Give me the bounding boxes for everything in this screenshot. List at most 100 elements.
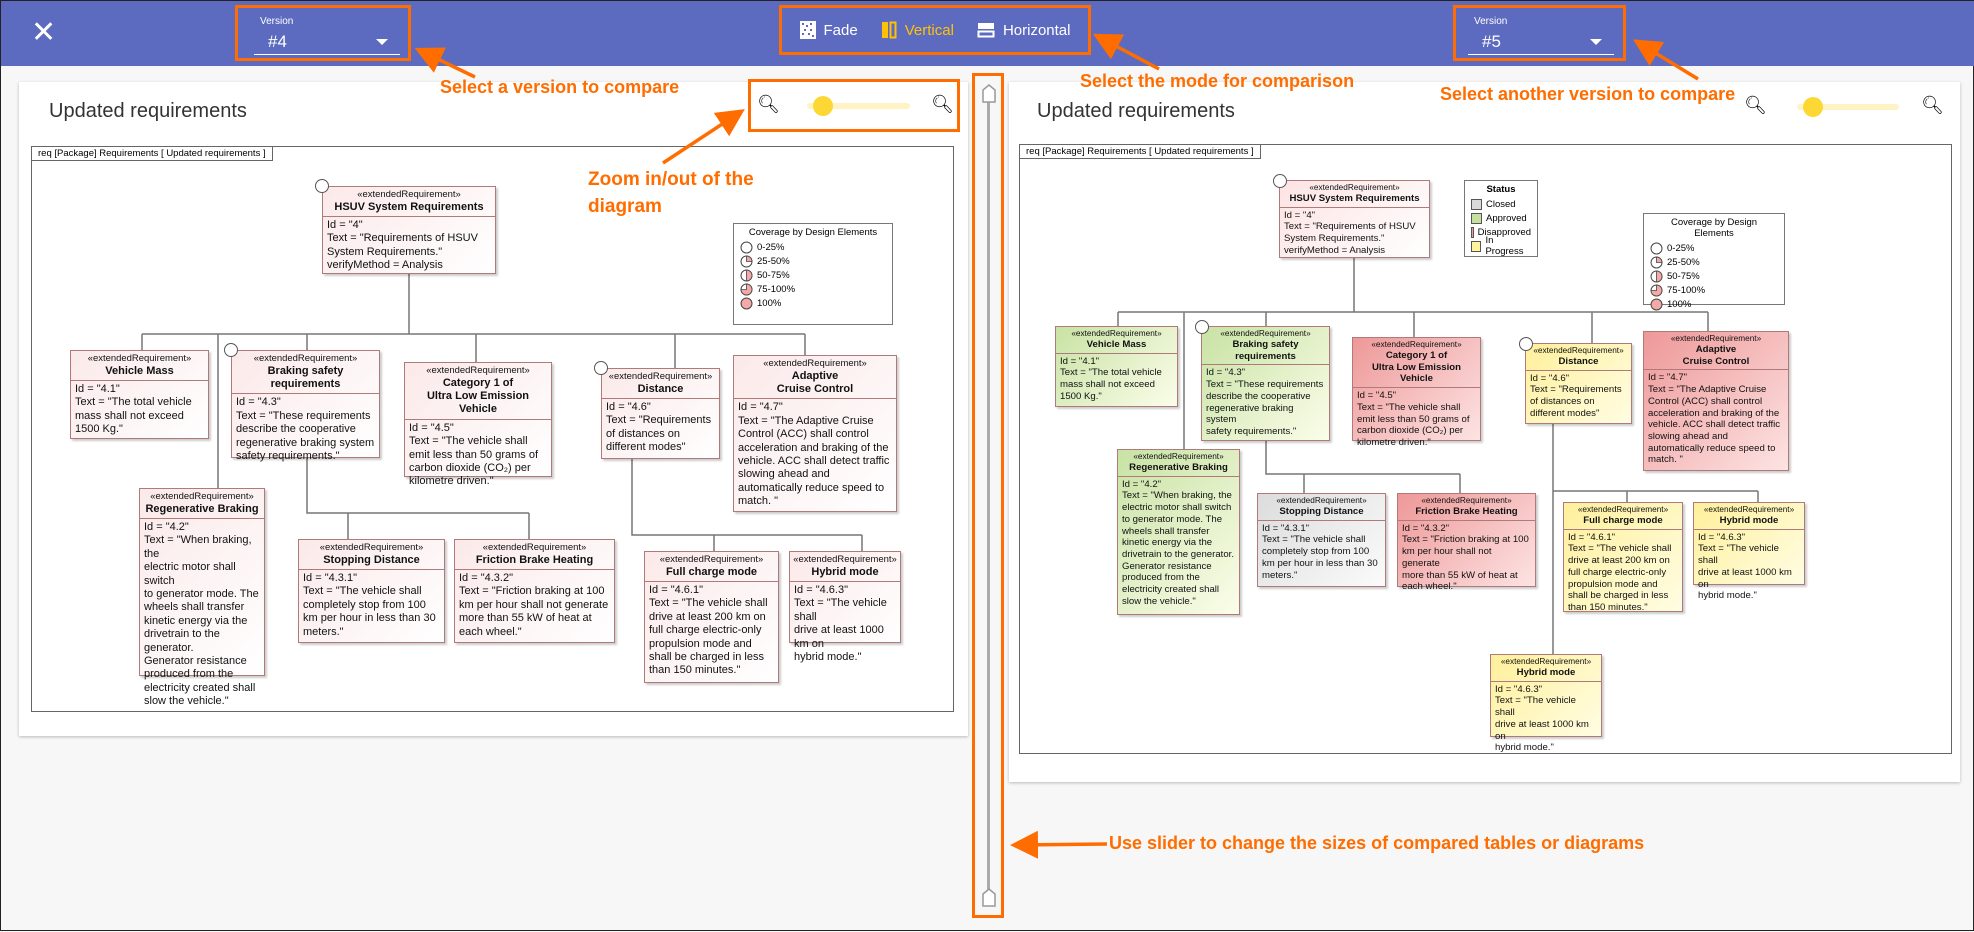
zoom-in-icon[interactable]: 🔍︎ [1921,95,1944,116]
coverage-indicator-icon [224,343,238,357]
coverage-legend-label: 75-100% [757,283,796,295]
coverage-50-75-icon [740,269,753,281]
requirement-box-hsuv[interactable]: «extendedRequirement» HSUV System Require… [322,186,496,274]
requirement-line: drive at least 1000 km on [794,624,884,650]
requirement-stereotype: «extendedRequirement» [150,491,254,502]
requirement-stereotype: «extendedRequirement» [319,542,424,553]
requirement-line: safety requirements." [236,449,340,462]
requirement-line: Text = "Friction braking at 100 [459,585,605,598]
requirement-box-full[interactable]: «extendedRequirement» Full charge mode Id … [644,551,779,683]
chevron-down-icon[interactable] [1590,39,1602,45]
requirement-line: carbon dioxide (CO₂) per [409,461,531,474]
requirement-line: km per hour in less than 30 [303,612,436,625]
split-slider-handle-bottom[interactable] [981,888,997,908]
requirement-name: HSUV System Requirements [334,200,484,213]
close-icon[interactable]: ✕ [31,15,56,51]
coverage-legend-item: 0-25% [740,240,886,254]
requirement-stereotype: «extendedRequirement» [1309,183,1400,192]
requirement-header: «extendedRequirement» Stopping Distance [1258,494,1385,521]
annotation-zoom-line2: diagram [588,196,662,217]
zoom-slider-thumb[interactable] [1803,97,1823,117]
requirement-line: hybrid mode." [1495,742,1554,754]
requirement-line: drivetrain to the generator. [1122,548,1234,560]
requirement-stereotype: «extendedRequirement» [87,353,192,364]
requirement-box-cat1[interactable]: «extendedRequirement» Category 1 of Ultra… [404,362,552,487]
requirement-name: Distance [1558,356,1599,368]
requirement-line: Text = "The Adaptive Cruise [1648,384,1767,396]
requirement-line: km per hour shall not generate [459,598,609,611]
coverage-indicator-icon [315,179,329,193]
requirement-box-hyb[interactable]: «extendedRequirement» Hybrid mode Id = "4.… [789,551,901,663]
zoom-out-icon[interactable]: 🔍︎ [757,94,780,115]
requirement-line: automatically reduce speed to [738,481,885,494]
requirement-box-brk[interactable]: «extendedRequirement» Braking safety requ… [1201,326,1330,441]
requirement-line: different modes" [1530,407,1600,419]
requirement-box-cat1[interactable]: «extendedRequirement» Category 1 of Ultra… [1352,337,1481,448]
requirement-line: electric motor shall switch [1122,502,1232,514]
requirement-box-brk[interactable]: «extendedRequirement» Braking safety requ… [231,350,380,462]
requirement-line: propulsion mode and [1568,578,1658,590]
zoom-in-icon[interactable]: 🔍︎ [931,94,954,115]
coverage-0-25-icon [1650,242,1663,254]
requirement-stereotype: «extendedRequirement» [793,554,897,565]
requirement-line: regenerative braking system [236,436,375,449]
mode-horizontal[interactable]: Horizontal [977,22,1070,39]
mode-vertical[interactable]: Vertical [881,21,954,39]
split-slider-handle-top[interactable] [981,84,997,104]
requirement-box-regen[interactable]: «extendedRequirement» Regenerative Brakin… [1117,449,1240,615]
requirement-box-acc[interactable]: «extendedRequirement» Adaptive Cruise Con… [733,355,897,512]
requirement-body: Id = "4.3.2" Text = "Friction braking at … [455,570,614,641]
requirement-box-regen[interactable]: «extendedRequirement» Regenerative Brakin… [139,488,265,707]
requirement-box-hyb[interactable]: «extendedRequirement» Hybrid mode Id = "4.… [1693,502,1805,601]
requirement-body: Id = "4.6" Text = "Requirements of distanc… [1526,371,1631,422]
requirement-line: emit less than 50 grams of [1357,413,1470,425]
requirement-box-hyb2[interactable]: «extendedRequirement» Hybrid mode Id = "4.… [1490,654,1602,753]
requirement-box-dist[interactable]: «extendedRequirement» Distance Id = "4.6" T… [601,368,720,459]
requirement-box-fric[interactable]: «extendedRequirement» Friction Brake Heat… [454,539,615,643]
chevron-down-icon[interactable] [376,39,388,45]
right-version-value: #5 [1482,32,1501,51]
left-version-select[interactable]: Version #4 [235,5,411,61]
requirement-line: slow the vehicle." [144,695,229,708]
requirement-name: Category 1 of Ultra Low Emission Vehicle [426,376,530,416]
requirement-line: than 150 minutes." [649,664,741,677]
requirement-line: wheels shall transfer [1122,525,1210,537]
requirement-line: Text = "The vehicle shall [303,585,422,598]
requirement-line: wheels shall transfer [144,601,245,614]
zoom-slider-thumb[interactable] [813,96,833,116]
coverage-legend-item: 25-50% [740,254,886,268]
mode-fade[interactable]: Fade [799,21,858,39]
requirement-box-full[interactable]: «extendedRequirement» Full charge mode Id … [1563,502,1683,613]
requirement-line: Id = "4.3" [1206,367,1246,379]
requirement-header: «extendedRequirement» Braking safety requ… [232,351,379,395]
diagram-frame-label: req [Package] Requirements [ Updated req… [1020,145,1261,159]
requirement-line: Id = "4.6.3" [1495,683,1543,695]
requirement-line: Id = "4.6" [606,400,651,413]
requirement-line: Text = "The vehicle shall [1495,695,1576,719]
vertical-split-icon [881,21,897,39]
status-legend-label: In Progress [1485,235,1524,257]
requirement-box-stop[interactable]: «extendedRequirement» Stopping Distance Id… [1257,493,1386,587]
requirement-box-stop[interactable]: «extendedRequirement» Stopping Distance Id… [298,539,445,643]
requirement-line: Id = "4.1" [1060,355,1100,367]
requirement-line: vehicle. ACC shall detect traffic [1648,419,1781,431]
requirement-box-vm[interactable]: «extendedRequirement» Vehicle Mass Id = "4… [70,350,209,439]
requirement-name: Hybrid mode [811,565,879,578]
requirement-stereotype: «extendedRequirement» [1670,334,1762,343]
requirement-header: «extendedRequirement» Hybrid mode [790,552,900,582]
requirement-box-fric[interactable]: «extendedRequirement» Friction Brake Heat… [1397,493,1536,592]
requirement-box-vm[interactable]: «extendedRequirement» Vehicle Mass Id = "4… [1055,326,1178,407]
requirement-stereotype: «extendedRequirement» [426,365,530,376]
requirement-line: Id = "4.6.1" [649,583,703,596]
requirement-header: «extendedRequirement» Adaptive Cruise Con… [1644,332,1788,371]
arrow-slider [1010,830,1108,859]
requirement-box-dist[interactable]: «extendedRequirement» Distance Id = "4.6" T… [1525,343,1632,424]
requirement-line: propulsion mode and [649,637,752,650]
zoom-out-icon[interactable]: 🔍︎ [1744,95,1767,116]
requirement-line: Id = "4.2" [1122,478,1162,490]
requirement-box-hsuv[interactable]: «extendedRequirement» HSUV System Require… [1279,180,1430,258]
coverage-legend-item: 25-50% [1650,255,1778,269]
requirement-box-acc[interactable]: «extendedRequirement» Adaptive Cruise Con… [1643,331,1789,471]
right-version-select[interactable]: Version #5 [1453,5,1626,61]
split-slider-track[interactable] [987,88,990,900]
